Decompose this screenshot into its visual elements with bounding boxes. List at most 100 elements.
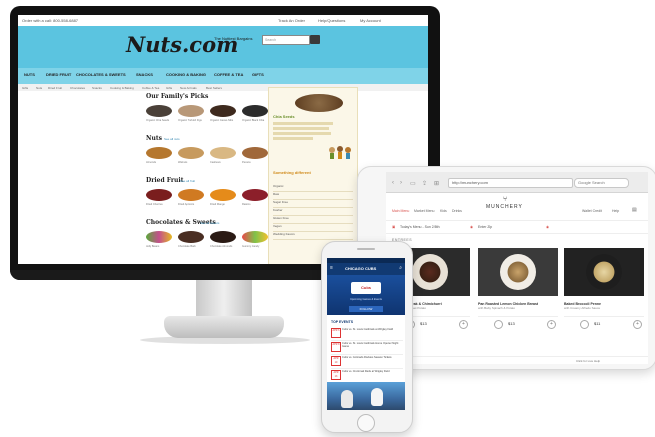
dish-price: $13 xyxy=(420,321,427,326)
search-input[interactable]: Search xyxy=(262,35,310,45)
account-link[interactable]: My Account xyxy=(360,18,381,23)
nav-coffee[interactable]: COFFEE & TEA xyxy=(214,72,243,77)
product-card[interactable]: Organic Turkish Figs xyxy=(178,105,204,122)
section-title: Nuts xyxy=(146,135,162,142)
subnav-item[interactable]: Best Sellers xyxy=(206,86,222,90)
subnav-item[interactable]: New Arrivals xyxy=(180,86,197,90)
product-card[interactable]: Organic Cacao Nibs xyxy=(210,105,236,122)
sidebar-item[interactable]: Organic xyxy=(273,184,353,192)
event-row[interactable]: APR 6 Cubs vs. St. Louis Cardinals at Wr… xyxy=(331,326,403,341)
dish-price: $11 xyxy=(594,321,601,326)
app-title: CHICAGO CUBS xyxy=(345,266,377,271)
menu-market[interactable]: Market Menu xyxy=(414,209,434,213)
share-icon[interactable]: ⇪ xyxy=(422,180,427,187)
product-card[interactable]: Jelly Beans xyxy=(146,231,172,248)
menu-kids[interactable]: Kids xyxy=(440,209,447,213)
menu-card[interactable]: Baked Broccoli Penne with Creamy Alfredo… xyxy=(564,248,644,338)
event-date: APR 13 xyxy=(331,370,341,380)
add-to-cart-button[interactable]: + xyxy=(547,320,556,329)
see-all-link[interactable]: See all sweets xyxy=(200,221,219,225)
product-image xyxy=(178,105,204,117)
sidebar-item[interactable]: Kosher xyxy=(273,208,353,216)
product-card[interactable]: Chocolate Almonds xyxy=(210,231,236,248)
nav-chocolates[interactable]: CHOCOLATES & SWEETS xyxy=(76,72,126,77)
add-to-cart-button[interactable]: + xyxy=(633,320,642,329)
menu-icon[interactable]: ≡ xyxy=(330,265,333,271)
sidebar-promo: Chia Seeds Something different Organic R… xyxy=(268,87,358,264)
product-card[interactable]: Dried Apricots xyxy=(178,189,204,206)
event-title: Cubs vs. St. Louis Cardinals Home Opener… xyxy=(342,342,399,349)
product-card[interactable]: Chocolate Bark xyxy=(178,231,204,248)
events-label: TOP EVENTS xyxy=(331,320,354,324)
tabs-icon[interactable]: ⊞ xyxy=(434,180,439,187)
see-all-link[interactable]: See all fruit xyxy=(180,179,195,183)
sidebar-item[interactable]: Raw xyxy=(273,192,353,200)
bookmarks-icon[interactable]: ▭ xyxy=(410,180,416,187)
munchery-logo[interactable]: MUNCHERY xyxy=(486,204,523,210)
event-row[interactable]: APR 10 Cubs vs. Colorado Rockies Season … xyxy=(331,354,403,369)
event-row[interactable]: APR 13 Cubs vs. Cincinnati Reds at Wrigl… xyxy=(331,368,403,383)
forward-icon[interactable]: › xyxy=(400,180,402,186)
product-card[interactable]: Organic Black Chia xyxy=(242,105,268,122)
google-search-input[interactable]: Google Search xyxy=(574,178,629,188)
product-image xyxy=(210,105,236,117)
follow-button[interactable]: FOLLOW xyxy=(349,306,383,312)
search-icon[interactable] xyxy=(310,35,320,44)
add-to-cart-button[interactable]: + xyxy=(459,320,468,329)
address-bar[interactable]: http://munchery.com xyxy=(448,178,573,188)
menu-main[interactable]: Main Menu xyxy=(392,209,409,213)
phone-icon: ◉ xyxy=(546,225,550,229)
help-link[interactable]: Help xyxy=(612,209,619,213)
sidebar-item[interactable]: Wedding Favors xyxy=(273,232,353,240)
subnav-item[interactable]: Dried Fruit xyxy=(48,86,62,90)
subnav-item[interactable]: Gifts xyxy=(22,86,28,90)
product-card[interactable]: Raisins xyxy=(242,189,268,206)
live-help-link[interactable]: Click for Live Help xyxy=(576,359,600,363)
product-card[interactable]: Dried Mango xyxy=(210,189,236,206)
sidebar-item[interactable]: Vegan xyxy=(273,224,353,232)
back-icon[interactable]: ‹ xyxy=(392,180,394,186)
sidebar-item[interactable]: Sugar Free xyxy=(273,200,353,208)
monitor-stand-neck xyxy=(196,280,252,318)
nav-gifts[interactable]: GIFTS xyxy=(252,72,264,77)
subnav-item[interactable]: Gifts xyxy=(166,86,172,90)
product-card[interactable]: Dried Cherries xyxy=(146,189,172,206)
event-row[interactable]: APR 8 Cubs vs. St. Louis Cardinals Home … xyxy=(331,340,403,355)
menu-drinks[interactable]: Drinks xyxy=(452,209,462,213)
subnav-item[interactable]: Nuts xyxy=(36,86,42,90)
delivery-date[interactable]: Today's Menu - Sun 2/8th xyxy=(400,225,440,229)
home-button[interactable] xyxy=(357,414,375,432)
product-card[interactable]: Cashews xyxy=(210,147,236,164)
subnav-item[interactable]: Chocolates xyxy=(70,86,85,90)
nav-snacks[interactable]: SNACKS xyxy=(136,72,153,77)
subnav-item[interactable]: Snacks xyxy=(92,86,102,90)
event-date: APR 8 xyxy=(331,342,341,352)
nav-dried-fruit[interactable]: DRIED FRUIT xyxy=(46,72,71,77)
product-image xyxy=(178,147,204,159)
help-link[interactable]: Help/Questions xyxy=(318,18,345,23)
product-card[interactable]: Almonds xyxy=(146,147,172,164)
nav-nuts[interactable]: NUTS xyxy=(24,72,35,77)
info-icon[interactable] xyxy=(580,320,589,329)
product-name: Jelly Beans xyxy=(146,245,160,248)
info-icon[interactable] xyxy=(494,320,503,329)
zip-field[interactable]: Enter Zip xyxy=(478,225,492,229)
nuts-header: Nuts.com The Nuttiest Bargains Search xyxy=(18,26,428,68)
product-card[interactable]: Gummy Candy xyxy=(242,231,268,248)
subnav-item[interactable]: Cooking & Baking xyxy=(110,86,134,90)
track-order-link[interactable]: Track An Order xyxy=(278,18,305,23)
product-card[interactable]: Walnuts xyxy=(178,147,204,164)
wallet-credit-link[interactable]: Wallet Credit xyxy=(582,209,602,213)
see-all-link[interactable]: See all nuts xyxy=(164,137,180,141)
menu-card[interactable]: Pan Roasted Lemon Chicken Breast with Ba… xyxy=(478,248,558,338)
subnav-item[interactable]: Coffee & Tea xyxy=(142,86,159,90)
sidebar-item[interactable]: Gluten Free xyxy=(273,216,353,224)
product-card[interactable]: Organic Chia Seeds xyxy=(146,105,172,122)
search-icon[interactable]: ⌕ xyxy=(399,265,402,271)
product-card[interactable]: Pecans xyxy=(242,147,268,164)
product-image xyxy=(146,231,172,243)
promo-image xyxy=(295,94,343,112)
nav-cooking[interactable]: COOKING & BAKING xyxy=(166,72,206,77)
product-name: Dried Mango xyxy=(210,203,225,206)
cart-icon[interactable]: ▤ xyxy=(632,207,637,213)
